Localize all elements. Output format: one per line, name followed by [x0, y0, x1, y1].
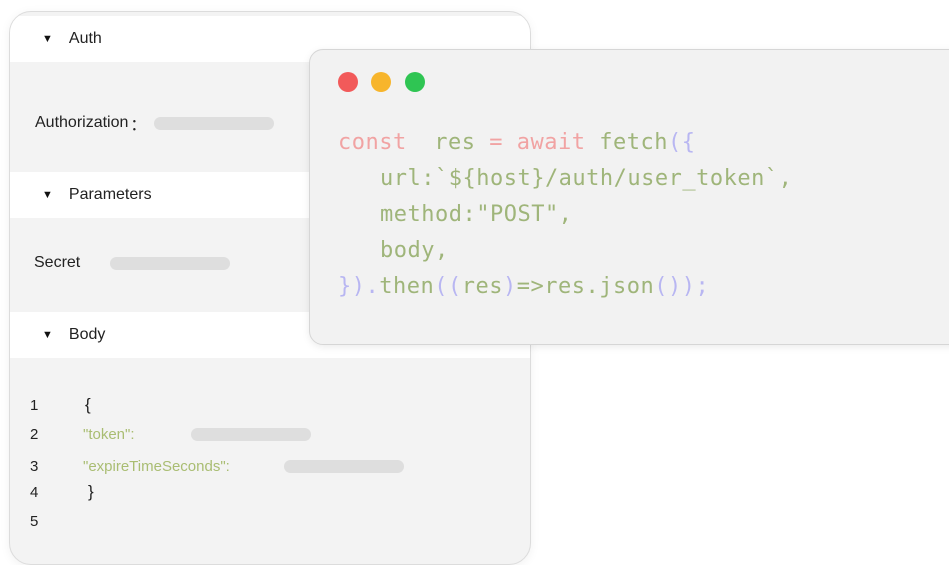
code-snippet-window: const res = await fetch({ url:`${host}/a…	[309, 49, 949, 345]
close-brace: }	[88, 482, 94, 501]
authorization-value-input[interactable]	[154, 116, 275, 130]
authorization-field: Authorization ：	[35, 111, 275, 135]
code-line-then: }).then((res)=>res.json());	[338, 274, 710, 299]
maximize-window-dot[interactable]	[405, 72, 425, 92]
line-number: 2	[30, 425, 39, 443]
authorization-separator: ：	[130, 117, 147, 134]
collapse-triangle-icon[interactable]: ▼	[42, 329, 53, 341]
collapse-triangle-icon[interactable]: ▼	[42, 189, 53, 201]
secret-field: Secret	[34, 254, 231, 272]
code-line-4: 4 }	[10, 479, 530, 505]
code-line-3: 3 "expireTimeSeconds":	[10, 453, 530, 479]
token-key: "token":	[83, 425, 135, 443]
collapse-triangle-icon[interactable]: ▼	[42, 33, 53, 45]
code-line-fetch: const res = await fetch({	[338, 130, 696, 155]
section-label-parameters: Parameters	[68, 186, 152, 203]
line-number: 4	[30, 483, 39, 501]
section-label-auth: Auth	[68, 30, 102, 47]
code-line-5: 5	[10, 508, 530, 534]
code-line-url: url:`${host}/auth/user_token`,	[380, 166, 793, 191]
minimize-window-dot[interactable]	[371, 72, 391, 92]
line-number: 3	[30, 457, 39, 475]
authorization-label: Authorization	[35, 114, 129, 131]
code-line-body: body,	[380, 238, 449, 263]
expire-time-key: "expireTimeSeconds":	[83, 457, 230, 475]
code-line-method: method:"POST",	[380, 202, 573, 227]
token-value-input[interactable]	[191, 427, 311, 441]
line-number: 5	[30, 512, 39, 530]
code-line-2: 2 "token":	[10, 421, 530, 447]
open-brace: {	[85, 395, 91, 414]
close-window-dot[interactable]	[338, 72, 358, 92]
secret-label: Secret	[34, 254, 81, 271]
line-number: 1	[30, 396, 39, 414]
code-line-1: 1 {	[10, 392, 530, 418]
section-label-body: Body	[68, 326, 106, 343]
expire-time-value-input[interactable]	[284, 459, 404, 473]
secret-value-input[interactable]	[110, 256, 231, 270]
